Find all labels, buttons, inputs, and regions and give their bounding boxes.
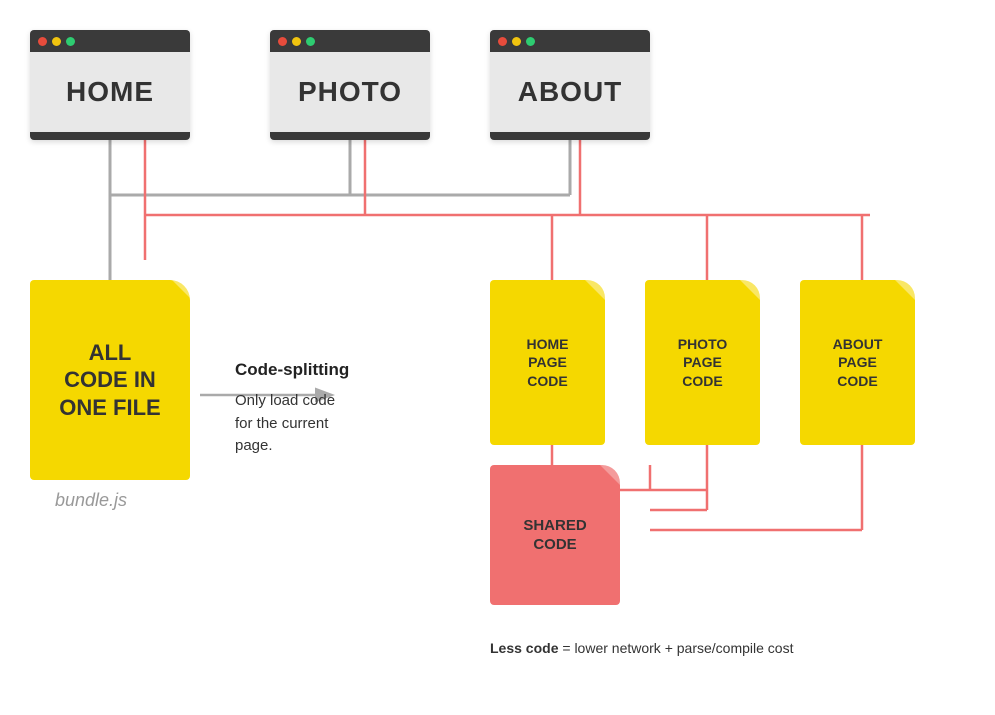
home-page-corner: [585, 280, 605, 300]
browser-photo-titlebar: [270, 30, 430, 52]
bundle-label: bundle.js: [55, 490, 127, 511]
browser-about-bottom: [490, 132, 650, 140]
browser-home-bottom: [30, 132, 190, 140]
browser-about-body: ABOUT: [490, 52, 650, 132]
big-file: ALL CODE IN ONE FILE: [30, 280, 190, 480]
dot-green: [66, 37, 75, 46]
diagram-container: HOME PHOTO ABOUT ALL CODE IN: [0, 0, 995, 715]
dot-green-2: [306, 37, 315, 46]
file-about-page: ABOUT PAGE CODE: [800, 280, 915, 445]
dot-yellow-2: [292, 37, 301, 46]
browser-home-body: HOME: [30, 52, 190, 132]
dot-yellow: [52, 37, 61, 46]
browser-about-label: ABOUT: [518, 76, 623, 108]
shared-corner: [600, 465, 620, 485]
browser-photo-body: PHOTO: [270, 52, 430, 132]
browser-home-titlebar: [30, 30, 190, 52]
browser-photo: PHOTO: [270, 30, 430, 140]
photo-page-corner: [740, 280, 760, 300]
about-page-corner: [895, 280, 915, 300]
code-splitting-title: Code-splitting: [235, 360, 349, 380]
dot-yellow-3: [512, 37, 521, 46]
dot-red-2: [278, 37, 287, 46]
dot-green-3: [526, 37, 535, 46]
file-shared-code: SHARED CODE: [490, 465, 620, 605]
browser-photo-bottom: [270, 132, 430, 140]
shared-label: SHARED CODE: [523, 516, 586, 555]
file-home-page: HOME PAGE CODE: [490, 280, 605, 445]
dot-red: [38, 37, 47, 46]
home-page-label: HOME PAGE CODE: [527, 335, 569, 390]
browser-home-label: HOME: [66, 76, 154, 108]
browser-home: HOME: [30, 30, 190, 140]
browser-about: ABOUT: [490, 30, 650, 140]
code-splitting-description: Only load code for the current page.: [235, 390, 335, 458]
browser-photo-label: PHOTO: [298, 76, 402, 108]
photo-page-label: PHOTO PAGE CODE: [678, 335, 728, 390]
footer-text: Less code = lower network + parse/compil…: [490, 640, 793, 656]
about-page-label: ABOUT PAGE CODE: [833, 335, 883, 390]
dot-red-3: [498, 37, 507, 46]
browser-about-titlebar: [490, 30, 650, 52]
file-photo-page: PHOTO PAGE CODE: [645, 280, 760, 445]
big-file-corner: [172, 280, 190, 298]
big-file-label: ALL CODE IN ONE FILE: [59, 339, 160, 422]
